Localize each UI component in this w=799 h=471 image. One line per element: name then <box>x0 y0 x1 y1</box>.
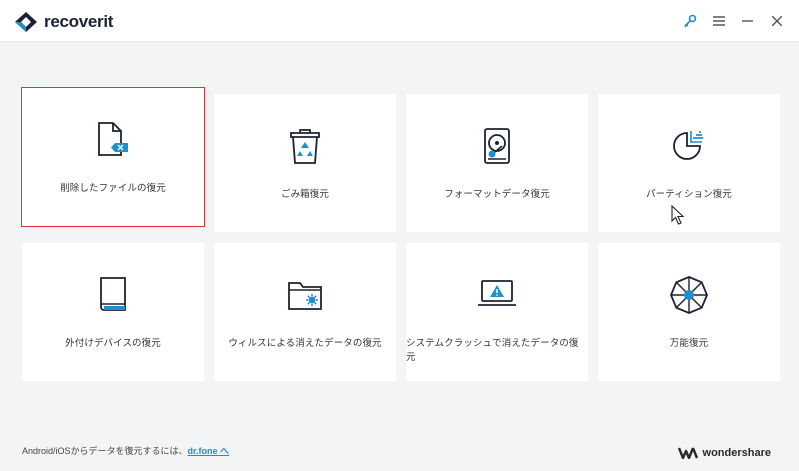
virus-folder-icon <box>285 275 325 315</box>
mode-label: ごみ箱復元 <box>280 189 329 200</box>
mode-card-recycle-bin[interactable]: ごみ箱復元 <box>214 94 396 232</box>
key-button[interactable] <box>675 10 704 32</box>
mouse-pointer-icon <box>671 205 685 225</box>
app-logo: recoverit <box>14 11 113 33</box>
menu-button[interactable] <box>704 10 733 32</box>
window-controls <box>675 10 791 32</box>
mode-card-partition[interactable]: パーティション復元 <box>598 94 780 232</box>
footer-text: Android/iOSからデータを復元するには、 <box>22 446 188 456</box>
partition-icon <box>669 126 709 166</box>
minimize-button[interactable] <box>733 10 762 32</box>
minimize-icon <box>742 20 753 22</box>
wondershare-brand: wondershare <box>677 447 771 459</box>
hard-drive-icon <box>477 126 517 166</box>
footer-note: Android/iOSからデータを復元するには、dr.fone へ <box>22 444 229 457</box>
key-icon <box>683 14 696 28</box>
recoverit-logo-icon <box>15 12 37 32</box>
brand-name: wondershare <box>702 447 771 459</box>
system-crash-icon <box>477 275 517 315</box>
mode-label: 外付けデバイスの復元 <box>65 338 161 349</box>
external-device-icon <box>93 275 133 315</box>
mode-label: ウィルスによる消えたデータの復元 <box>228 338 382 349</box>
title-bar: recoverit <box>0 0 799 42</box>
recycle-bin-icon <box>285 126 325 166</box>
close-icon <box>771 16 782 26</box>
mode-label: パーティション復元 <box>646 189 732 200</box>
drfone-link[interactable]: dr.fone へ <box>188 446 230 456</box>
app-name: recoverit <box>44 12 114 31</box>
mode-label: システムクラッシュで消えたデータの復元 <box>406 338 579 363</box>
close-button[interactable] <box>762 10 791 32</box>
wondershare-logo-icon <box>677 447 698 459</box>
mode-card-formatted-data[interactable]: フォーマットデータ復元 <box>406 94 588 232</box>
mode-card-virus-attack[interactable]: ウィルスによる消えたデータの復元 <box>214 243 396 381</box>
mode-card-deleted-files[interactable]: 削除したファイルの復元 <box>21 87 205 227</box>
mode-card-all-around[interactable]: 万能復元 <box>598 243 780 381</box>
mode-label: 削除したファイルの復元 <box>60 183 166 194</box>
mode-card-system-crash[interactable]: システムクラッシュで消えたデータの復元 <box>406 243 588 381</box>
mode-label: フォーマットデータ復元 <box>444 189 550 200</box>
deleted-file-icon <box>93 120 133 160</box>
all-around-icon <box>669 275 709 315</box>
mode-card-external-device[interactable]: 外付けデバイスの復元 <box>22 243 204 381</box>
mode-label: 万能復元 <box>669 338 709 349</box>
menu-icon <box>712 16 725 26</box>
